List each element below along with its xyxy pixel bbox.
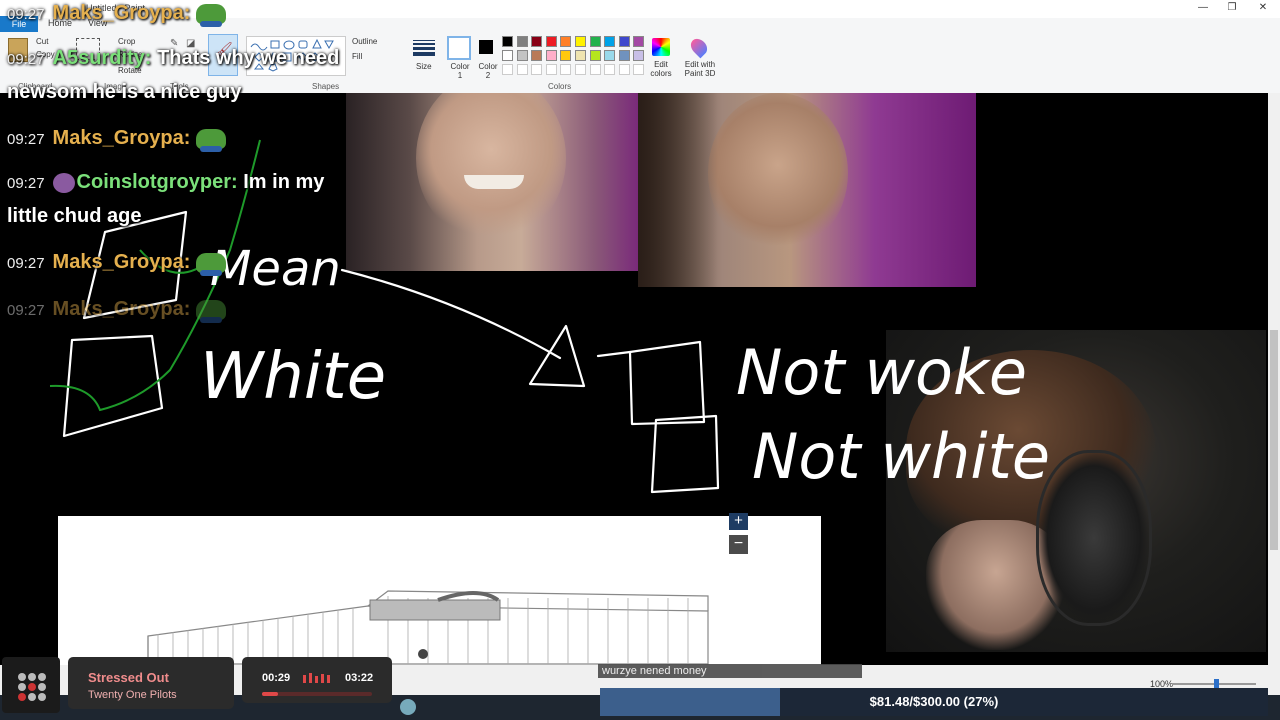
album-art-dots-icon	[18, 673, 46, 701]
song-artist: Twenty One Pilots	[88, 689, 177, 701]
album-art	[2, 657, 60, 713]
triangle-arrow	[528, 324, 632, 388]
song-progress-track[interactable]	[262, 692, 372, 696]
pepe-emote-icon	[196, 128, 227, 152]
chat-message: 09:27 Maks_Groypa:	[7, 127, 227, 152]
pepe-emote-icon	[196, 252, 227, 276]
chat-username: Maks_Groypa:	[52, 298, 191, 320]
pepe-emote-icon	[196, 299, 227, 323]
chat-username: Maks_Groypa:	[52, 127, 191, 149]
chat-message: 09:27 Coinslotgroyper: Im in my	[7, 171, 324, 194]
paint-taskbar-icon[interactable]	[400, 699, 416, 715]
chat-time: 09:27	[7, 175, 45, 192]
chat-username: Maks_Groypa:	[52, 2, 191, 24]
pepe-emote-icon	[196, 3, 227, 27]
chat-message: 09:27 Maks_Groypa:	[7, 2, 227, 27]
drawn-word-not-white: Not white	[752, 420, 1050, 493]
drawn-word-not-woke: Not woke	[736, 336, 1027, 409]
chat-username: Coinslotgroyper:	[76, 171, 238, 193]
current-time: 00:29	[262, 672, 291, 684]
donation-goal-text: $81.48/$300.00 (27%)	[869, 694, 999, 709]
chat-time: 09:27	[7, 51, 45, 68]
checkbox-not-white	[650, 414, 720, 494]
equalizer-icon	[303, 673, 330, 683]
chat-username: A5surdity:	[52, 47, 152, 69]
total-time: 03:22	[345, 672, 374, 684]
chat-text: Thats why we need	[157, 47, 340, 69]
chat-message-continued: little chud age	[7, 205, 142, 227]
drawn-word-mean: Mean	[210, 241, 341, 297]
song-title: Stressed Out	[88, 670, 169, 685]
song-progress-fill	[262, 692, 278, 696]
chat-time: 09:27	[7, 131, 45, 148]
chat-message: 09:27 Maks_Groypa:	[7, 251, 227, 276]
drawn-word-white: White	[200, 340, 386, 414]
donation-message: wurzye nened money	[598, 664, 862, 678]
chat-username: Maks_Groypa:	[52, 251, 191, 273]
chat-time: 09:27	[7, 6, 45, 23]
chat-time: 09:27	[7, 255, 45, 272]
chat-message-continued: newsom he is a nice guy	[7, 81, 242, 103]
checkbox-white	[62, 334, 164, 438]
checkbox-not-woke	[628, 340, 706, 426]
chat-text: Im in my	[243, 171, 325, 193]
user-badge-icon	[52, 172, 75, 193]
chat-time: 09:27	[7, 302, 45, 319]
chat-message-fading: 09:27 Maks_Groypa:	[7, 298, 227, 323]
chat-message: 09:27 A5surdity: Thats why we need	[7, 47, 339, 70]
